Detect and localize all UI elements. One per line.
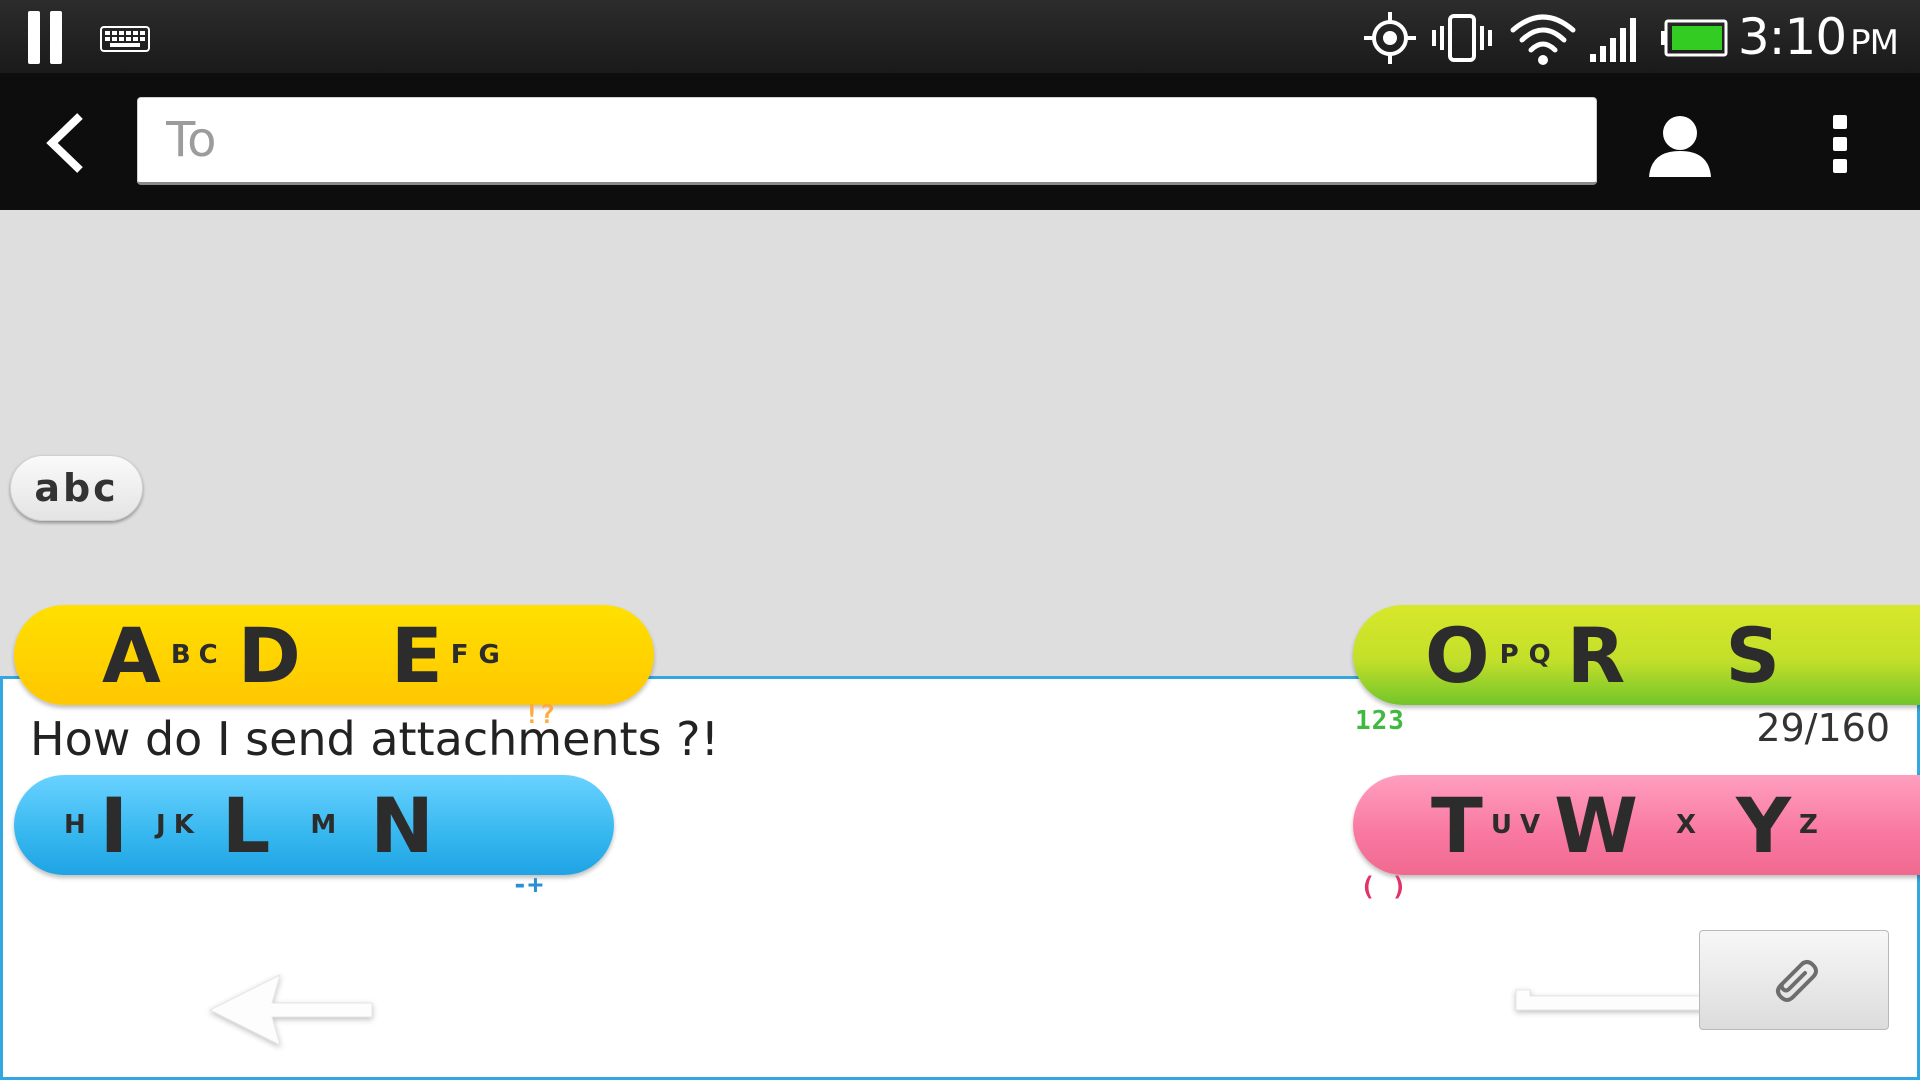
character-counter: 29/160 bbox=[1756, 706, 1890, 750]
signal-icon bbox=[1590, 18, 1636, 62]
key-abcdefg[interactable]: A B C D E F G bbox=[14, 605, 654, 705]
wifi-icon bbox=[1510, 14, 1576, 65]
attach-button[interactable] bbox=[1699, 930, 1889, 1030]
person-icon[interactable] bbox=[1645, 111, 1715, 181]
letter-l: L bbox=[221, 780, 271, 870]
status-bar: 3:10 PM bbox=[0, 0, 1920, 73]
letter-a: A bbox=[102, 610, 161, 700]
chevron-left-icon[interactable] bbox=[40, 108, 100, 178]
numbers-hint: 123 bbox=[1355, 706, 1405, 736]
letter-z: Z bbox=[1799, 810, 1818, 840]
recipient-input[interactable] bbox=[137, 97, 1597, 185]
letter-i: I bbox=[99, 780, 129, 870]
letter-c: C bbox=[198, 640, 218, 670]
clock: 3:10 PM bbox=[1737, 8, 1899, 66]
battery-icon bbox=[1661, 19, 1728, 57]
letter-m: M bbox=[310, 810, 337, 840]
letter-j: J bbox=[156, 810, 166, 840]
key-opqrs[interactable]: O P Q R S bbox=[1353, 605, 1920, 705]
letter-y: Y bbox=[1735, 780, 1792, 870]
letter-b: B bbox=[170, 640, 191, 670]
math-symbols-hint: -+ bbox=[512, 870, 544, 900]
letter-g: G bbox=[478, 640, 500, 670]
letter-s: S bbox=[1725, 610, 1781, 700]
overflow-menu-icon[interactable] bbox=[1825, 109, 1855, 179]
letter-k: K bbox=[173, 810, 194, 840]
letter-n: N bbox=[370, 780, 434, 870]
parentheses-hint: ( ) bbox=[1360, 872, 1407, 902]
key-tuvwxyz[interactable]: T U V W X Y Z bbox=[1353, 775, 1920, 875]
gps-icon bbox=[1364, 12, 1416, 64]
letter-f: F bbox=[450, 640, 469, 670]
paperclip-icon bbox=[1776, 960, 1818, 1002]
letter-d: D bbox=[237, 610, 301, 700]
punctuation-hint: !? bbox=[524, 700, 556, 730]
letter-v: V bbox=[1519, 810, 1541, 840]
letter-h: H bbox=[64, 810, 86, 840]
letter-x: X bbox=[1675, 810, 1696, 840]
letter-r: R bbox=[1566, 610, 1626, 700]
letter-q: Q bbox=[1528, 640, 1551, 670]
letter-p: P bbox=[1499, 640, 1519, 670]
input-mode-button[interactable]: abc bbox=[10, 455, 143, 521]
action-bar bbox=[0, 73, 1920, 210]
letter-t: T bbox=[1431, 780, 1483, 870]
vibrate-icon bbox=[1432, 14, 1492, 62]
keyboard-icon bbox=[100, 26, 150, 52]
letter-w: W bbox=[1554, 780, 1638, 870]
letter-e: E bbox=[390, 610, 443, 700]
letter-u: U bbox=[1490, 810, 1512, 840]
message-text[interactable]: How do I send attachments ?! bbox=[30, 712, 719, 766]
backspace-arrow-icon[interactable] bbox=[200, 965, 380, 1055]
key-hijklmn[interactable]: H I J K L M N bbox=[14, 775, 614, 875]
letter-o: O bbox=[1425, 610, 1490, 700]
